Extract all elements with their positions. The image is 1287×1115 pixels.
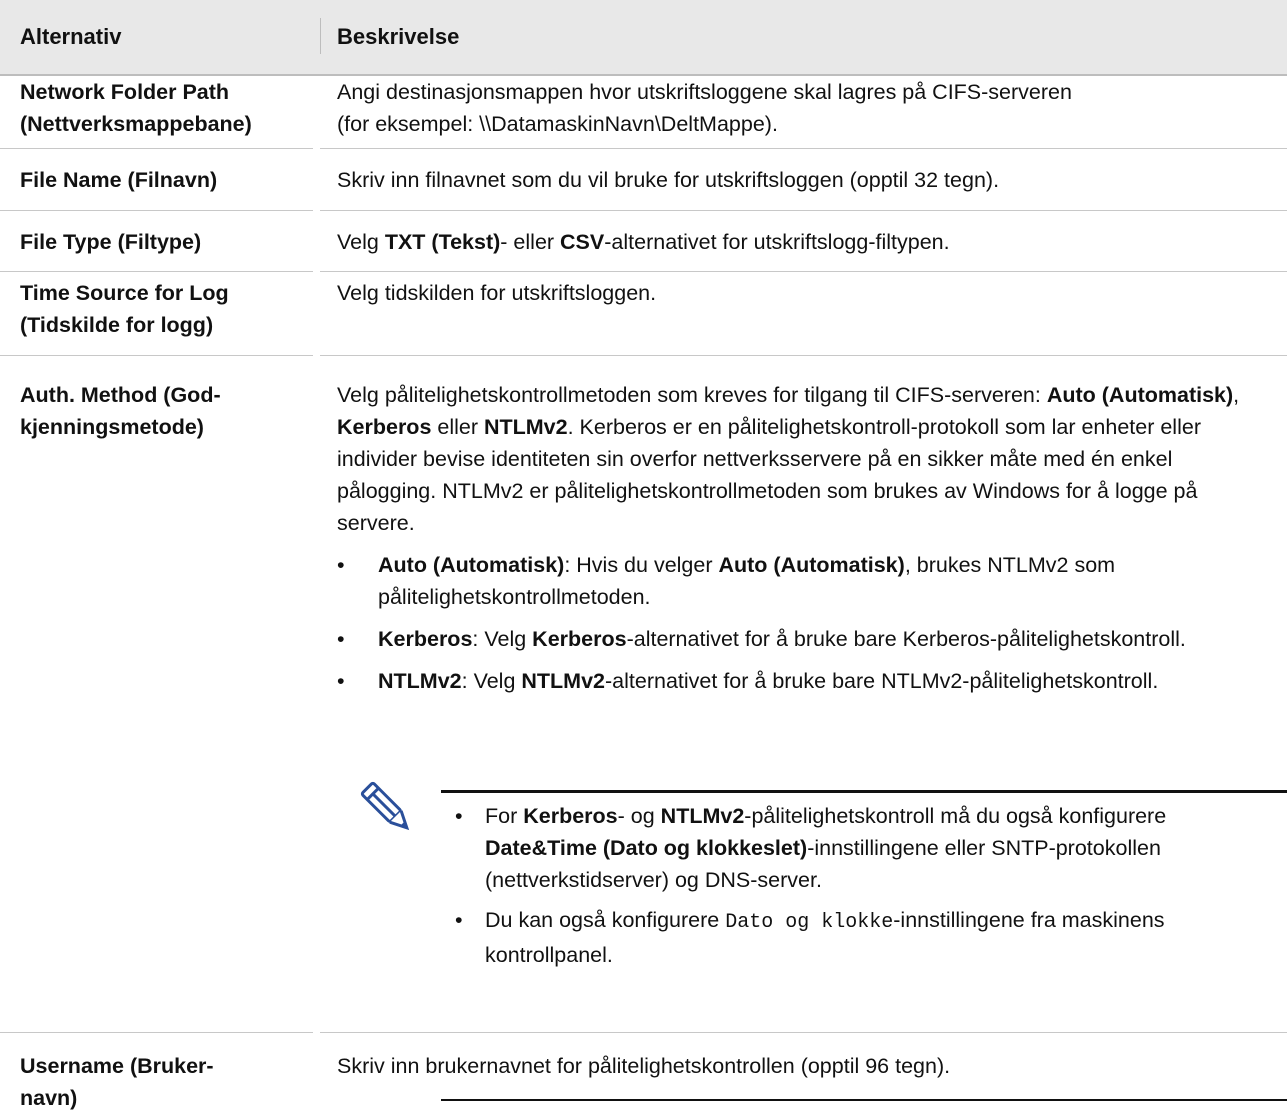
option-name: Network Folder Path (Nettverksmappebane): [20, 80, 252, 136]
pencil-icon: [360, 781, 410, 831]
option-description: Skriv inn filnavnet som du vil bruke for…: [337, 168, 1000, 192]
row-divider: [0, 210, 313, 211]
option-name: Time Source for Log (Tidskilde for logg): [20, 281, 229, 337]
option-name: File Type (Filtype): [20, 230, 202, 254]
option-description: Velg tidskilden for utskriftsloggen.: [337, 281, 657, 305]
option-description: Angi destinasjonsmappen hvor utskriftslo…: [337, 80, 1072, 136]
list-item: • Kerberos: Velg Kerberos-alternativet fo…: [337, 627, 1186, 651]
option-name: Auth. Method (God- kjenningsmetode): [20, 383, 221, 439]
list-item: • Du kan også konfigurere Dato og klokke-…: [455, 908, 1165, 967]
auth-method-list: • Auto (Automatisk): Hvis du velger Auto …: [337, 549, 1237, 697]
table-header: Alternativ Beskrivelse: [0, 0, 1287, 76]
row-divider: [0, 1032, 313, 1033]
option-description: Velg TXT (Tekst)- eller CSV-alternativet…: [337, 230, 950, 254]
row-divider: [320, 148, 1287, 149]
option-name: Username (Bruker- navn): [20, 1054, 214, 1110]
row-divider: [320, 1032, 1287, 1033]
option-description: Velg pålitelighetskontrollmetoden som kr…: [337, 379, 1272, 697]
header-alternativ: Alternativ: [20, 24, 122, 49]
option-name: File Name (Filnavn): [20, 168, 218, 192]
header-divider: [320, 18, 321, 54]
note-list: • For Kerberos- og NTLMv2-pålitelighetsko…: [455, 800, 1275, 979]
row-divider: [320, 271, 1287, 272]
note-bottom-rule: [441, 1099, 1287, 1101]
row-divider: [320, 355, 1287, 356]
option-description: Skriv inn brukernavnet for pålitelighets…: [337, 1054, 951, 1078]
row-divider: [0, 148, 313, 149]
options-table: Alternativ Beskrivelse Network Folder Pa…: [0, 0, 1287, 1110]
row-divider: [320, 210, 1287, 211]
header-beskrivelse: Beskrivelse: [337, 24, 460, 49]
list-item: • For Kerberos- og NTLMv2-pålitelighetsko…: [455, 804, 1167, 892]
auth-description-paragraph: Velg pålitelighetskontrollmetoden som kr…: [337, 383, 1240, 535]
list-item: • NTLMv2: Velg NTLMv2-alternativet for å …: [337, 669, 1159, 693]
list-item: • Auto (Automatisk): Hvis du velger Auto …: [337, 553, 1116, 609]
note-top-rule: [441, 790, 1287, 793]
row-divider: [0, 355, 313, 356]
row-divider: [0, 271, 313, 272]
